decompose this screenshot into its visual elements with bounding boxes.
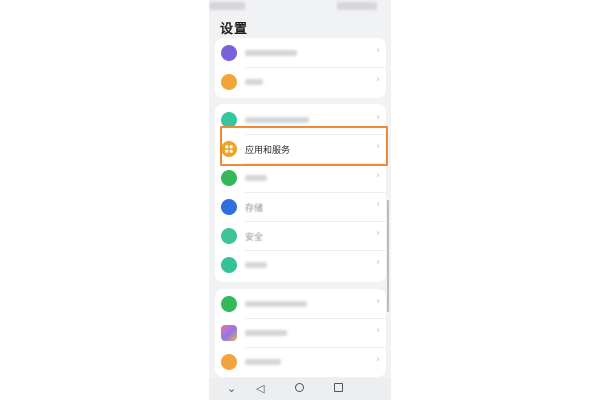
settings-row-9[interactable]: › — [215, 290, 386, 319]
page-title: 设置 — [220, 22, 249, 37]
settings-row-storage[interactable]: 存储 › — [215, 193, 386, 222]
chevron-right-icon: › — [376, 296, 380, 307]
home-button-icon[interactable] — [295, 383, 304, 392]
phone-screen: 设置 › › › 应用和服务 › › 存储 › 安全 › › › › › ⌄ ◁ — [209, 0, 391, 400]
settings-row-label: 安全 — [245, 233, 264, 243]
chevron-right-icon: › — [376, 112, 380, 123]
storage-icon — [221, 199, 237, 215]
settings-row-2[interactable]: › — [215, 68, 386, 97]
back-button-icon[interactable]: ◁ — [256, 382, 264, 396]
scrollbar[interactable] — [387, 200, 389, 312]
navigation-bar: ⌄ ◁ — [209, 378, 391, 400]
settings-row-label-blurred — [245, 262, 267, 268]
settings-row-label-blurred — [245, 175, 267, 181]
highlight-box — [220, 126, 388, 166]
chevron-right-icon: › — [376, 257, 380, 268]
settings-group-account: › › — [215, 38, 386, 98]
chevron-right-icon: › — [376, 170, 380, 181]
settings-row-label-blurred — [245, 79, 263, 85]
settings-row-11[interactable]: › — [215, 348, 386, 377]
green-app-icon — [221, 170, 237, 186]
settings-row-label-blurred — [245, 359, 281, 365]
settings-row-account[interactable]: › — [215, 39, 386, 68]
chevron-right-icon: › — [376, 45, 380, 56]
settings-row-5[interactable]: › — [215, 164, 386, 193]
orange-app-icon — [221, 74, 237, 90]
multicolor-app-icon — [221, 325, 237, 341]
status-bar — [209, 0, 391, 14]
teal-circle-icon — [221, 257, 237, 273]
settings-row-10[interactable]: › — [215, 319, 386, 348]
settings-row-label-blurred — [245, 117, 309, 123]
chevron-right-icon: › — [376, 74, 380, 85]
status-bar-left-info — [209, 2, 245, 10]
settings-row-label: 存储 — [245, 204, 264, 214]
settings-row-security[interactable]: 安全 › — [215, 222, 386, 251]
settings-row-8[interactable]: › — [215, 251, 386, 280]
chevron-right-icon: › — [376, 228, 380, 239]
settings-row-label-blurred — [245, 301, 307, 307]
chevron-right-icon: › — [376, 325, 380, 336]
settings-group-bottom: › › › — [215, 289, 386, 377]
chevron-right-icon: › — [376, 354, 380, 365]
status-bar-right-info — [337, 2, 377, 10]
orange-app-icon-2 — [221, 354, 237, 370]
security-icon — [221, 228, 237, 244]
settings-row-label-blurred — [245, 50, 297, 56]
recents-button-icon[interactable] — [334, 383, 343, 392]
account-avatar-icon — [221, 45, 237, 61]
settings-row-label-blurred — [245, 330, 287, 336]
keyboard-hide-icon[interactable]: ⌄ — [227, 382, 236, 396]
chevron-right-icon: › — [376, 199, 380, 210]
green-app-icon-2 — [221, 296, 237, 312]
